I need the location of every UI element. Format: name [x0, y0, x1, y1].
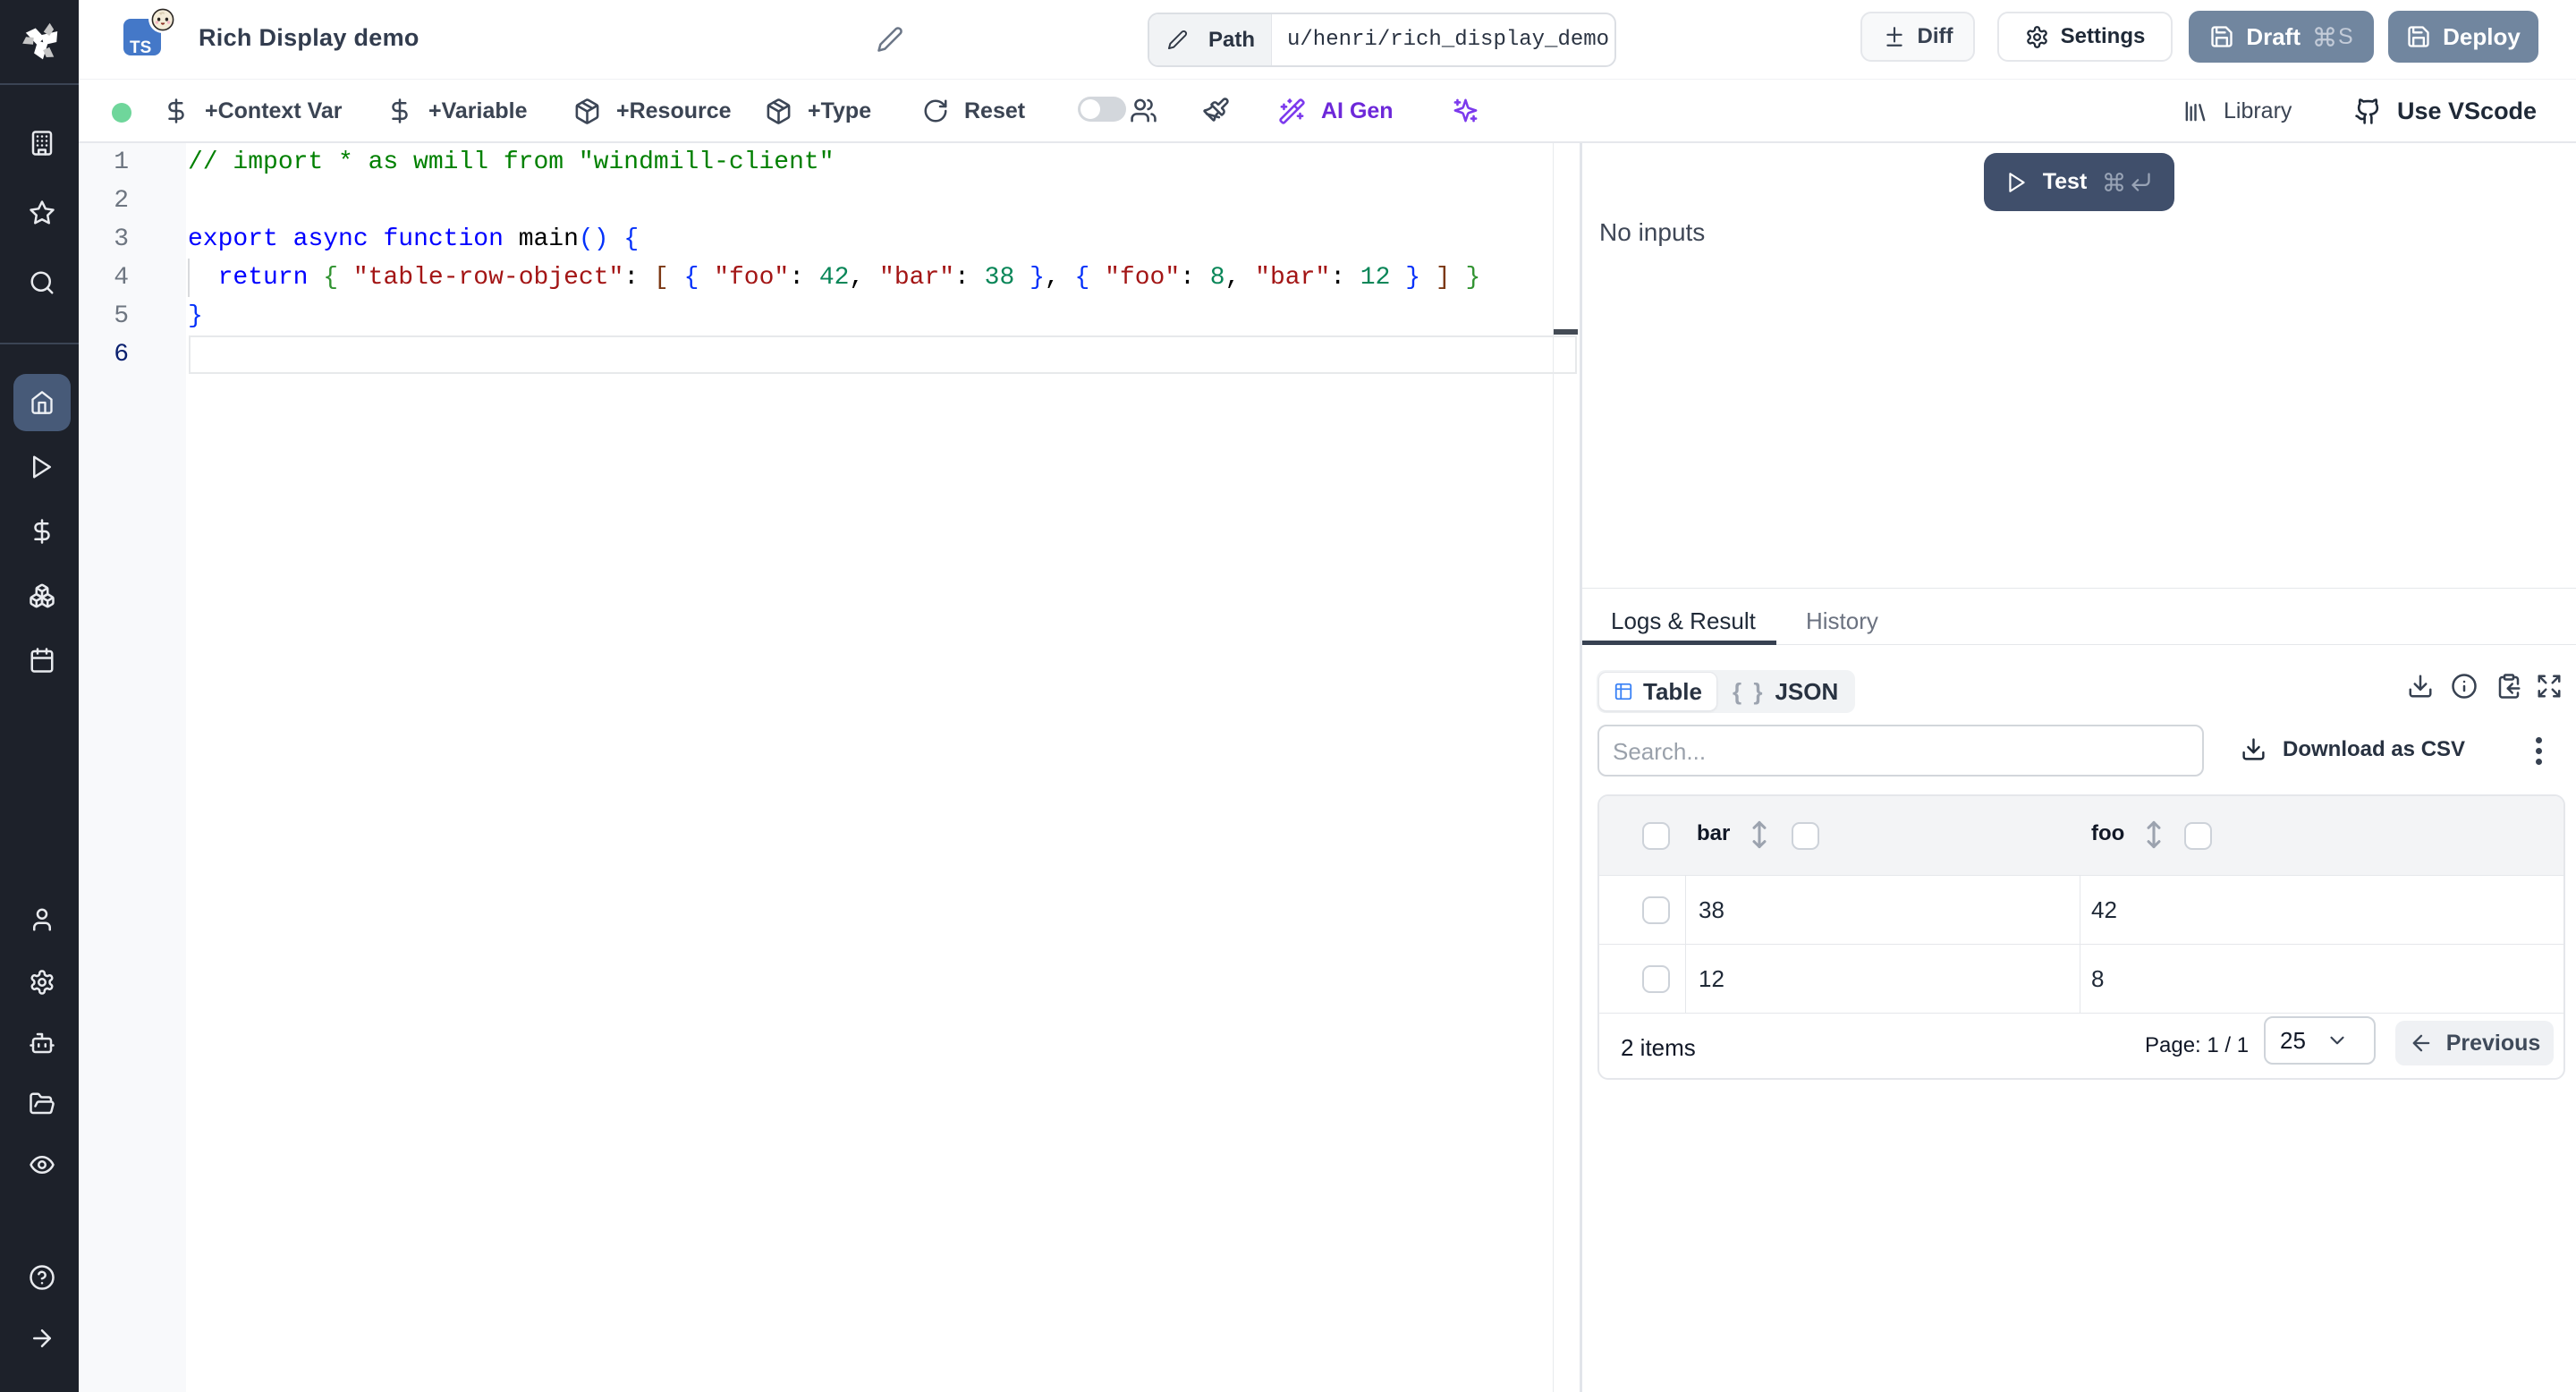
svg-text:TS: TS	[130, 38, 151, 56]
